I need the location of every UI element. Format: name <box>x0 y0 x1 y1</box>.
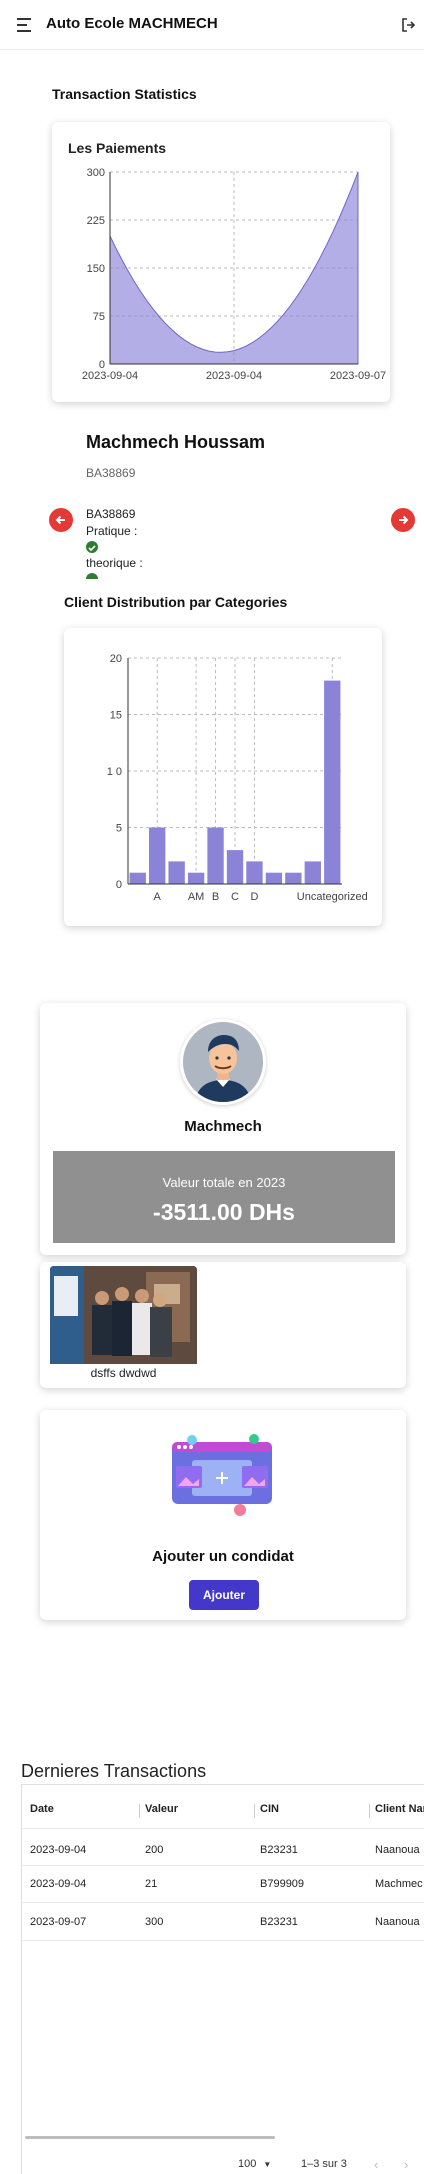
pagination-info: 1–3 sur 3 <box>301 2158 347 2170</box>
x-tick-label: 2023-09-04 <box>82 370 138 382</box>
y-tick-label: 225 <box>87 215 105 227</box>
column-separator[interactable] <box>369 1804 370 1818</box>
y-tick-label: 15 <box>110 710 122 722</box>
theorique-check-icon <box>86 573 98 579</box>
column-header-valeur[interactable]: Valeur <box>145 1803 178 1815</box>
y-tick-label: 150 <box>87 263 105 275</box>
bar <box>226 850 244 884</box>
rows-per-page-value: 100 <box>238 2158 257 2170</box>
table-row[interactable]: 2023-09-07 300 B23231 Naanoua <box>22 1903 424 1941</box>
grid-footer <box>25 2136 275 2139</box>
yearly-value-box: Valeur totale en 2023 -3511.00 DHs <box>53 1151 395 1243</box>
event-photo[interactable] <box>50 1266 197 1364</box>
add-image-illustration <box>172 1434 272 1516</box>
logout-icon[interactable] <box>400 17 416 33</box>
column-separator[interactable] <box>139 1804 140 1818</box>
yearly-value-label: Valeur totale en 2023 <box>162 1175 286 1190</box>
photo-caption: dsffs dwdwd <box>90 1366 157 1380</box>
user-name: Machmech <box>184 1118 262 1135</box>
next-page-icon[interactable]: › <box>404 2157 408 2172</box>
distribution-title: Client Distribution par Categories <box>64 594 288 610</box>
cell-date: 2023-09-07 <box>30 1916 87 1928</box>
y-tick-label: 5 <box>116 823 122 835</box>
rows-per-page-select[interactable]: 100 ▼ <box>238 2158 271 2170</box>
arrow-right-icon <box>399 515 409 525</box>
bar <box>324 680 341 884</box>
bar <box>304 861 321 884</box>
x-tick-label: C <box>231 891 239 903</box>
app-bar: Auto Ecole MACHMECH <box>0 0 424 50</box>
cell-client-name: Naanoua <box>375 1844 420 1856</box>
cell-cin: B799909 <box>260 1878 305 1890</box>
bar <box>207 827 224 884</box>
cell-valeur: 21 <box>145 1878 158 1890</box>
add-candidate-title: Ajouter un condidat <box>152 1548 294 1565</box>
avatar <box>180 1019 266 1105</box>
cell-valeur: 300 <box>145 1916 164 1928</box>
menu-icon[interactable] <box>17 18 33 32</box>
column-header-cin[interactable]: CIN <box>260 1803 279 1815</box>
cell-client-name: Machmec <box>375 1878 423 1890</box>
horizontal-scrollbar[interactable] <box>25 2136 275 2139</box>
event-photo-image <box>50 1266 197 1364</box>
transactions-grid: Date Valeur CIN Client Nam 2023-09-04 20… <box>21 1784 424 2174</box>
distribution-bar-chart: 0 5 1 0 15 20 A AM B C D Uncategorized <box>107 653 368 903</box>
table-row[interactable]: 2023-09-04 21 B799909 Machmec <box>22 1866 424 1903</box>
y-tick-label: 75 <box>93 311 105 323</box>
arrow-left-icon <box>55 515 65 525</box>
cell-client-name: Naanoua <box>375 1916 420 1928</box>
x-tick-label: A <box>154 891 162 903</box>
app-title: Auto Ecole MACHMECH <box>46 15 218 32</box>
column-header-date[interactable]: Date <box>30 1803 54 1815</box>
cell-date: 2023-09-04 <box>30 1844 87 1856</box>
cell-cin: B23231 <box>260 1916 298 1928</box>
x-tick-label: B <box>212 891 219 903</box>
profile-name: Machmech Houssam <box>86 432 266 452</box>
bar <box>187 872 205 884</box>
y-tick-label: 20 <box>110 653 122 665</box>
bar <box>129 872 146 884</box>
profile-cin: BA38869 <box>86 466 136 480</box>
pratique-check-icon <box>86 541 98 553</box>
chevron-down-icon: ▼ <box>263 2160 272 2169</box>
x-tick-label: 2023-09-04 <box>206 370 262 382</box>
x-tick-label: D <box>250 891 258 903</box>
previous-page-icon[interactable]: ‹ <box>374 2157 378 2172</box>
transactions-title: Dernieres Transactions <box>21 1761 207 1781</box>
column-separator[interactable] <box>254 1804 255 1818</box>
pratique-label: Pratique : <box>86 524 138 538</box>
add-candidate-button[interactable]: Ajouter <box>189 1580 259 1610</box>
y-tick-label: 1 0 <box>107 766 122 778</box>
transaction-stats-title: Transaction Statistics <box>52 86 197 102</box>
cell-date: 2023-09-04 <box>30 1878 87 1890</box>
x-tick-label: AM <box>188 891 205 903</box>
yearly-value-amount: -3511.00 DHs <box>153 1199 295 1225</box>
user-avatar-icon <box>183 1022 263 1102</box>
bar <box>149 827 166 884</box>
table-row[interactable]: 2023-09-04 200 B23231 Naanoua <box>22 1829 424 1866</box>
previous-slide-button[interactable] <box>49 508 73 532</box>
bar <box>265 872 283 884</box>
column-header-client-name[interactable]: Client Nam <box>375 1803 424 1815</box>
bar <box>246 861 263 884</box>
y-tick-label: 0 <box>116 879 122 891</box>
cell-valeur: 200 <box>145 1844 164 1856</box>
next-slide-button[interactable] <box>391 508 415 532</box>
cell-cin: B23231 <box>260 1844 298 1856</box>
payments-area-chart: 0751502253002023-09-04 2023-09-04 2023-09-… <box>82 167 386 382</box>
bar <box>168 861 185 884</box>
table-header-row: Date Valeur CIN Client Nam <box>22 1785 424 1829</box>
slide-cin: BA38869 <box>86 507 136 521</box>
x-tick-label: Uncategorized <box>297 891 368 903</box>
x-tick-label: 2023-09-07 <box>330 370 386 382</box>
y-tick-label: 300 <box>87 167 105 179</box>
bar <box>285 872 302 884</box>
theorique-label: theorique : <box>86 556 143 570</box>
